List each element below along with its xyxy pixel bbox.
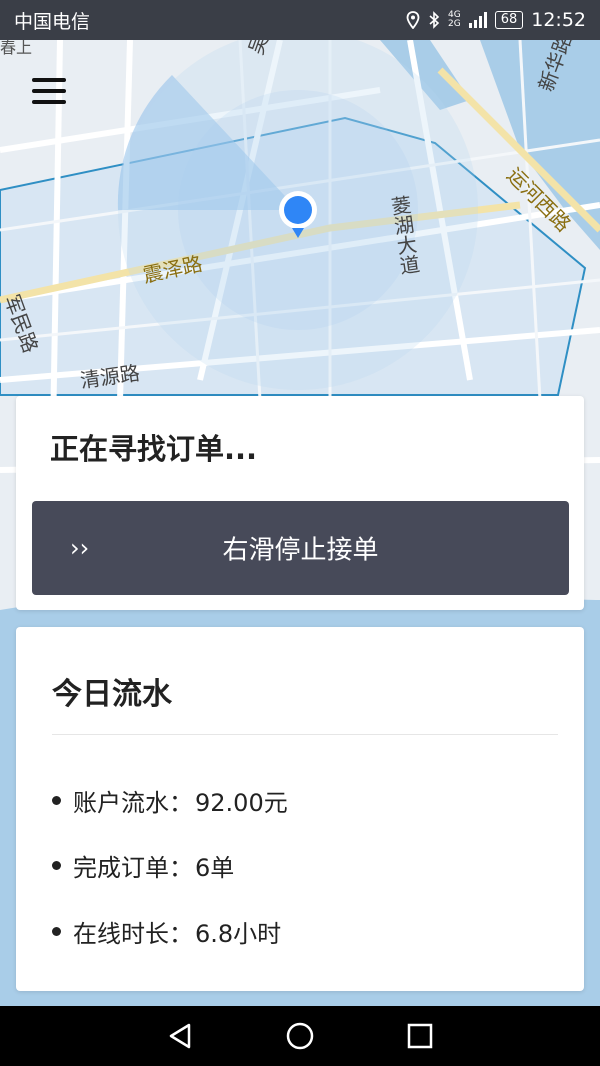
screen: 中国电信 4G 2G 68 12:52 新华路 运河西路 菱湖大道 震泽路 军民… xyxy=(0,0,600,1066)
earnings-value: 6单 xyxy=(195,854,235,882)
earnings-label: 在线时长： xyxy=(73,920,193,948)
slider-label: 右滑停止接单 xyxy=(222,535,379,566)
carrier-label: 中国电信 xyxy=(14,10,91,33)
back-triangle-icon[interactable] xyxy=(165,1021,195,1051)
navigation-bar xyxy=(0,1006,600,1066)
earnings-label: 完成订单： xyxy=(73,854,193,882)
clock: 12:52 xyxy=(531,9,586,31)
order-search-title: 正在寻找订单... xyxy=(50,432,258,466)
earnings-value: 6.8小时 xyxy=(195,920,282,948)
status-icons: 4G 2G 68 12:52 xyxy=(406,9,586,31)
recents-square-icon[interactable] xyxy=(405,1021,435,1051)
bullet-icon xyxy=(52,796,61,805)
earnings-card: 今日流水 账户流水： 92.00元 完成订单： 6单 在线时长： 6.8小时 xyxy=(16,627,584,991)
status-bar: 中国电信 4G 2G 68 12:52 xyxy=(0,0,600,40)
menu-icon-line xyxy=(32,100,66,104)
earnings-item-orders: 完成订单： 6单 xyxy=(52,848,234,883)
earnings-title: 今日流水 xyxy=(52,677,172,712)
menu-button[interactable] xyxy=(32,78,66,104)
earnings-item-revenue: 账户流水： 92.00元 xyxy=(52,783,288,818)
network-bottom: 2G xyxy=(447,19,461,29)
home-circle-icon[interactable] xyxy=(285,1021,315,1051)
stop-accepting-slider[interactable]: ›› 右滑停止接单 xyxy=(32,501,569,595)
menu-icon-line xyxy=(32,89,66,93)
network-type: 4G 2G xyxy=(448,11,461,29)
menu-icon-line xyxy=(32,78,66,82)
battery-indicator: 68 xyxy=(494,11,524,29)
divider xyxy=(52,734,558,735)
bullet-icon xyxy=(52,927,61,936)
bluetooth-icon xyxy=(429,11,440,29)
earnings-value: 92.00元 xyxy=(195,789,288,817)
signal-icon xyxy=(468,12,487,28)
order-search-card: 正在寻找订单... ›› 右滑停止接单 xyxy=(16,396,584,610)
bullet-icon xyxy=(52,861,61,870)
earnings-item-online-time: 在线时长： 6.8小时 xyxy=(52,914,281,949)
location-icon xyxy=(406,11,420,29)
earnings-label: 账户流水： xyxy=(73,789,193,817)
